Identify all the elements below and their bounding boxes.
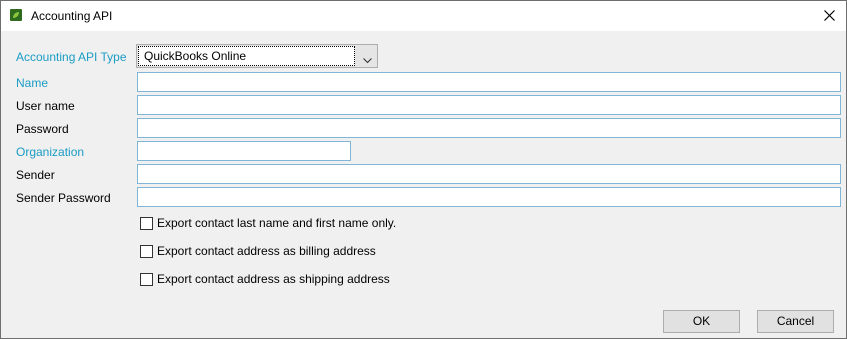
ok-button[interactable]: OK — [663, 310, 740, 333]
chevron-down-icon — [363, 53, 372, 67]
name-label: Name — [16, 76, 49, 90]
sender-password-label: Sender Password — [16, 191, 111, 205]
password-field[interactable] — [137, 118, 841, 138]
username-field[interactable] — [137, 95, 841, 115]
sender-password-field[interactable] — [137, 187, 841, 207]
title-bar: Accounting API — [1, 1, 846, 31]
name-field[interactable] — [137, 72, 841, 92]
accounting-api-dialog: Accounting API Accounting API Type Quick… — [0, 0, 847, 339]
cancel-button[interactable]: Cancel — [757, 310, 834, 333]
window-title: Accounting API — [31, 9, 113, 23]
close-icon — [824, 10, 835, 21]
organization-field[interactable] — [137, 141, 351, 161]
option-label: Export contact last name and first name … — [157, 216, 397, 230]
username-label: User name — [16, 99, 75, 113]
option-label: Export contact address as shipping addre… — [157, 272, 390, 286]
app-icon — [10, 9, 22, 21]
password-label: Password — [16, 122, 69, 136]
checkbox[interactable] — [140, 217, 153, 230]
sender-label: Sender — [16, 168, 55, 182]
sender-field[interactable] — [137, 164, 841, 184]
api-type-selected-value: QuickBooks Online — [138, 46, 355, 66]
organization-label: Organization — [16, 145, 85, 159]
checkbox[interactable] — [140, 273, 153, 286]
option-label: Export contact address as billing addres… — [157, 244, 376, 258]
close-button[interactable] — [813, 1, 846, 31]
api-type-label: Accounting API Type — [16, 50, 127, 64]
api-type-dropdown[interactable]: QuickBooks Online — [136, 44, 378, 68]
checkbox[interactable] — [140, 245, 153, 258]
